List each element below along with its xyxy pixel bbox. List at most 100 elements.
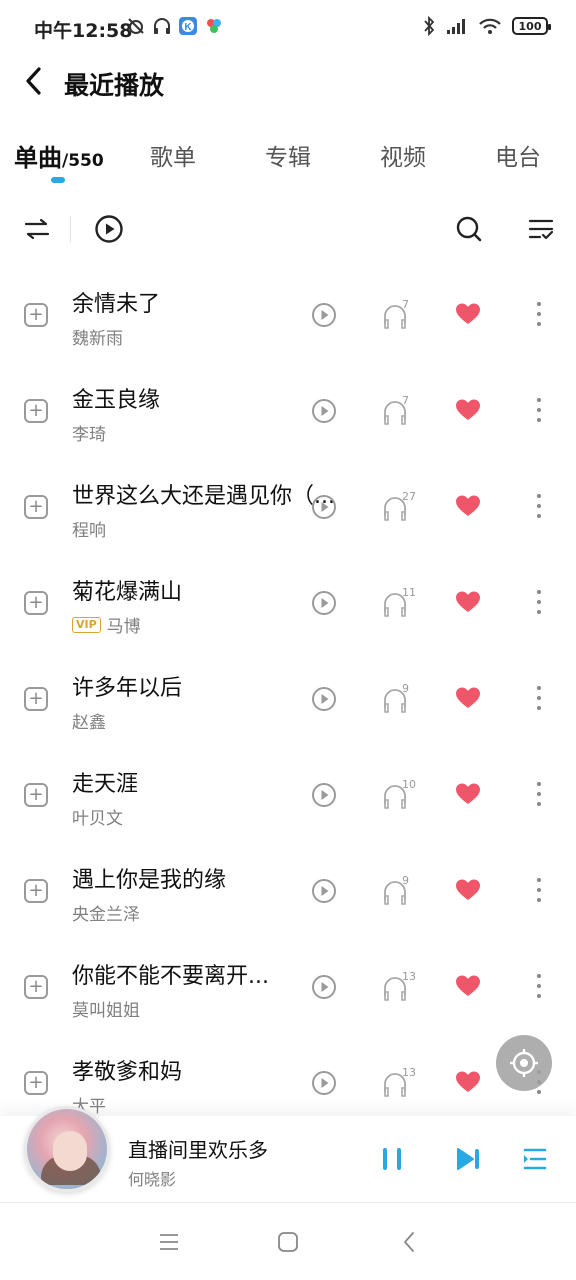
- song-row[interactable]: + 菊花爆满山 VIP 马博 11: [0, 554, 576, 650]
- tab-radio[interactable]: 电台: [495, 138, 541, 172]
- shuffle-order-icon: [24, 218, 50, 240]
- page-title: 最近播放: [64, 71, 165, 100]
- bluetooth-icon: [424, 16, 435, 36]
- favorite-button[interactable]: [455, 494, 481, 518]
- search-button[interactable]: [452, 212, 486, 246]
- favorite-button[interactable]: [455, 974, 481, 998]
- plus-icon: +: [28, 1072, 44, 1093]
- dot: [537, 494, 541, 498]
- add-to-playlist-button[interactable]: +: [24, 783, 48, 807]
- add-to-playlist-button[interactable]: +: [24, 303, 48, 327]
- more-options-button[interactable]: [526, 683, 552, 713]
- mv-play-button[interactable]: [311, 782, 337, 808]
- heart-icon: [456, 879, 480, 900]
- dot: [537, 610, 541, 614]
- add-to-playlist-button[interactable]: +: [24, 687, 48, 711]
- listen-count-number: 7: [402, 298, 409, 311]
- more-options-button[interactable]: [526, 491, 552, 521]
- heart-icon: [456, 399, 480, 420]
- more-options-button[interactable]: [526, 779, 552, 809]
- battery-indicator: 100: [512, 17, 551, 35]
- dot: [537, 792, 541, 796]
- listen-count: 9: [382, 874, 422, 908]
- next-button[interactable]: [453, 1144, 483, 1174]
- mv-play-button[interactable]: [311, 398, 337, 424]
- status-time: 中午12:58: [34, 20, 133, 42]
- favorite-button[interactable]: [455, 782, 481, 806]
- mv-play-button[interactable]: [311, 494, 337, 520]
- dot: [537, 322, 541, 326]
- tab-videos[interactable]: 视频: [380, 138, 426, 172]
- favorite-button[interactable]: [455, 878, 481, 902]
- play-all-button[interactable]: [92, 212, 126, 246]
- mv-play-button[interactable]: [311, 1070, 337, 1096]
- dot: [537, 696, 541, 700]
- mv-play-button[interactable]: [311, 686, 337, 712]
- add-to-playlist-button[interactable]: +: [24, 879, 48, 903]
- song-artist-line: 赵鑫: [72, 708, 106, 733]
- plus-icon: +: [28, 304, 44, 325]
- add-to-playlist-button[interactable]: +: [24, 975, 48, 999]
- more-options-button[interactable]: [526, 971, 552, 1001]
- manage-button[interactable]: [524, 212, 558, 246]
- pause-button[interactable]: [377, 1144, 407, 1174]
- add-to-playlist-button[interactable]: +: [24, 495, 48, 519]
- song-row[interactable]: + 走天涯 叶贝文 10: [0, 746, 576, 842]
- nav-back-button[interactable]: [396, 1229, 422, 1255]
- nav-home-button[interactable]: [275, 1229, 301, 1255]
- play-circle-icon: [312, 1071, 336, 1095]
- song-row[interactable]: + 遇上你是我的缘 央金兰泽 9: [0, 842, 576, 938]
- locate-current-button[interactable]: [496, 1035, 552, 1091]
- listen-count: 13: [382, 970, 422, 1004]
- dot: [537, 514, 541, 518]
- add-to-playlist-button[interactable]: +: [24, 1071, 48, 1095]
- app-color-icon: [207, 19, 221, 33]
- play-circle-icon: [312, 591, 336, 615]
- tab-albums[interactable]: 专辑: [265, 138, 311, 172]
- favorite-button[interactable]: [455, 1070, 481, 1094]
- mv-play-button[interactable]: [311, 878, 337, 904]
- plus-icon: +: [28, 784, 44, 805]
- listen-count-number: 9: [402, 874, 409, 887]
- album-art[interactable]: [24, 1106, 110, 1192]
- song-artist: 叶贝文: [72, 809, 123, 829]
- mv-play-button[interactable]: [311, 590, 337, 616]
- more-options-button[interactable]: [526, 587, 552, 617]
- more-options-button[interactable]: [526, 395, 552, 425]
- tab-playlists[interactable]: 歌单: [150, 138, 196, 172]
- listen-count-number: 13: [402, 1066, 416, 1079]
- menu-icon: [160, 1234, 178, 1250]
- tab-singles[interactable]: 单曲/550: [14, 138, 104, 173]
- mv-play-button[interactable]: [311, 974, 337, 1000]
- song-row[interactable]: + 许多年以后 赵鑫 9: [0, 650, 576, 746]
- song-row[interactable]: + 金玉良缘 李琦 7: [0, 362, 576, 458]
- song-title: 许多年以后: [72, 676, 183, 701]
- dot: [537, 782, 541, 786]
- listen-count: 11: [382, 586, 422, 620]
- more-options-button[interactable]: [526, 299, 552, 329]
- mv-play-button[interactable]: [311, 302, 337, 328]
- song-artist-line: 叶贝文: [72, 804, 123, 829]
- more-options-button[interactable]: [526, 875, 552, 905]
- heart-icon: [456, 1071, 480, 1092]
- sort-button[interactable]: [20, 212, 54, 246]
- add-to-playlist-button[interactable]: +: [24, 591, 48, 615]
- nav-menu-button[interactable]: [156, 1229, 182, 1255]
- heart-icon: [456, 783, 480, 804]
- playlist-button[interactable]: [520, 1144, 550, 1174]
- song-artist-line: 李琦: [72, 420, 106, 445]
- song-row[interactable]: + 世界这么大还是遇见你（... 程响 27: [0, 458, 576, 554]
- now-playing-bar[interactable]: 直播间里欢乐多 何晓影: [0, 1106, 576, 1202]
- song-row[interactable]: + 孝敬爹和妈 大平 13: [0, 1034, 576, 1114]
- song-row[interactable]: + 余情未了 魏新雨 7: [0, 266, 576, 362]
- favorite-button[interactable]: [455, 398, 481, 422]
- favorite-button[interactable]: [455, 590, 481, 614]
- list-manage-icon: [528, 219, 554, 240]
- favorite-button[interactable]: [455, 686, 481, 710]
- favorite-button[interactable]: [455, 302, 481, 326]
- song-row[interactable]: + 你能不能不要离开... 莫叫姐姐 13: [0, 938, 576, 1034]
- add-to-playlist-button[interactable]: +: [24, 399, 48, 423]
- dot: [537, 802, 541, 806]
- back-button[interactable]: [18, 64, 50, 98]
- now-playing-title: 直播间里欢乐多: [128, 1138, 268, 1162]
